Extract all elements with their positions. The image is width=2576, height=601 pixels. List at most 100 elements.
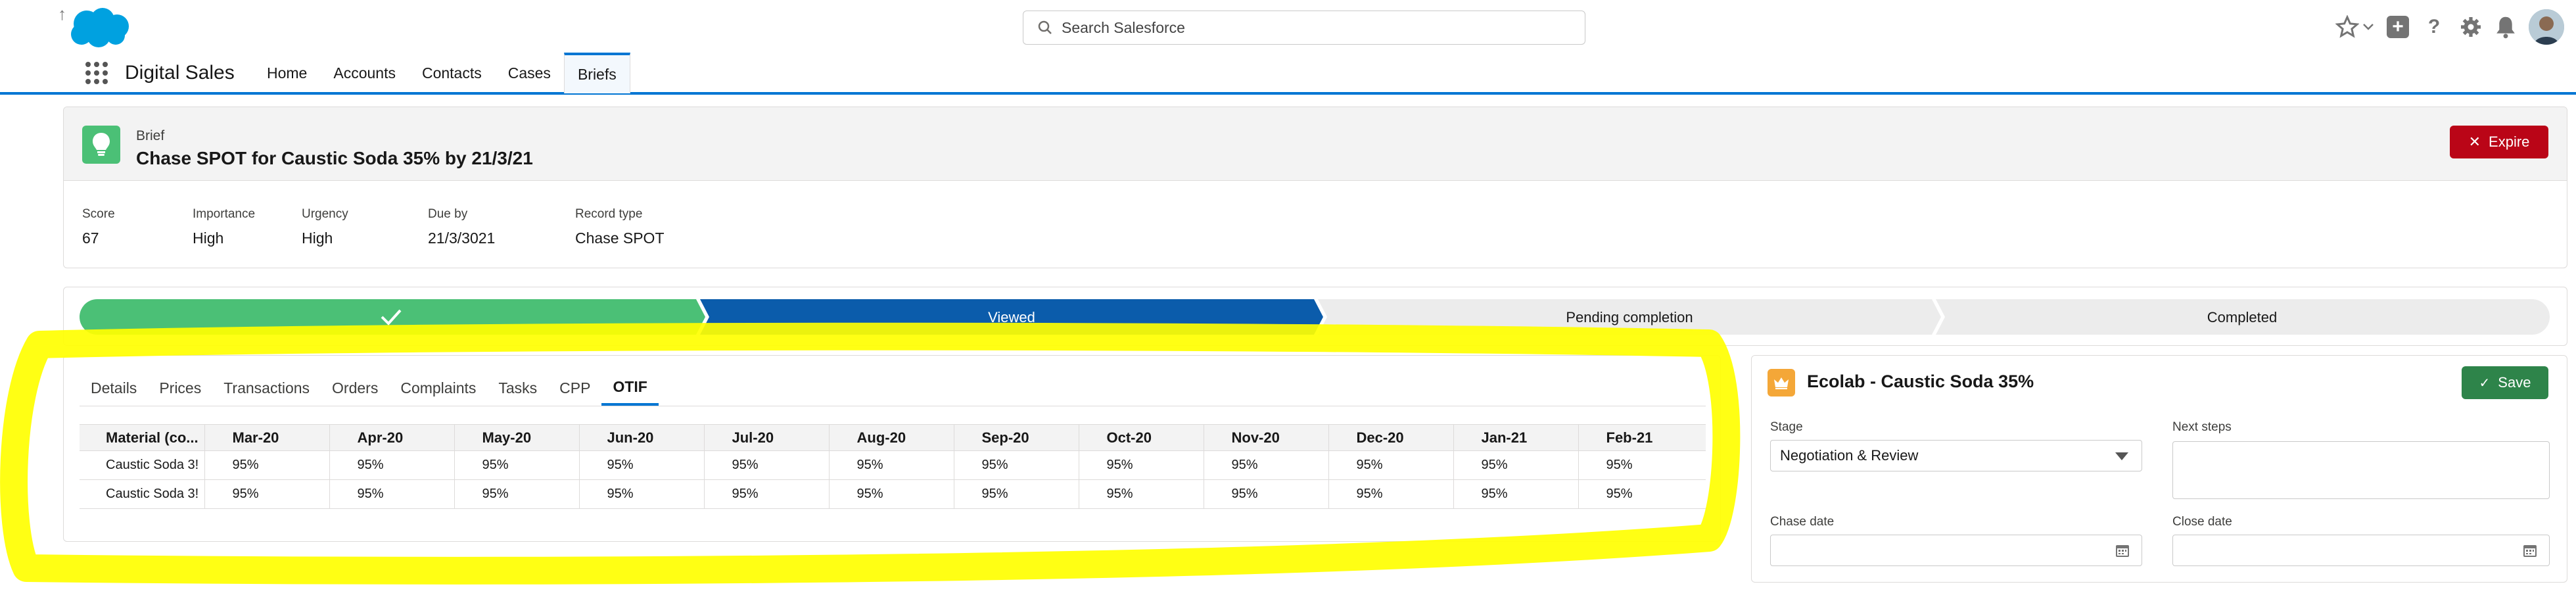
- column-header[interactable]: Aug-20: [829, 424, 954, 451]
- table-cell: 95%: [829, 450, 954, 480]
- next-steps-label: Next steps: [2172, 420, 2232, 434]
- lightbulb-icon: [82, 126, 120, 164]
- path-component: Viewed Pending completion Completed: [63, 287, 2567, 346]
- table-header-row: Material (co... Mar-20 Apr-20 May-20 Jun…: [80, 424, 1706, 451]
- field-label: Due by: [428, 207, 468, 221]
- path-stage-pending-completion[interactable]: Pending completion: [1318, 299, 1941, 335]
- add-icon[interactable]: +: [2387, 16, 2409, 38]
- field-label: Urgency: [302, 207, 348, 221]
- tab-prices[interactable]: Prices: [148, 370, 212, 406]
- path-stages: Viewed Pending completion Completed: [80, 299, 2550, 335]
- chevron-down-icon: [2363, 24, 2374, 30]
- column-header[interactable]: Dec-20: [1328, 424, 1454, 451]
- global-header: ↑ + ?: [0, 0, 2576, 53]
- table-row: Caustic Soda 3! 95% 95% 95% 95% 95% 95% …: [80, 450, 1706, 480]
- record-header: Brief Chase SPOT for Caustic Soda 35% by…: [63, 107, 2567, 268]
- opportunity-card: Ecolab - Caustic Soda 35% ✓ Save Stage N…: [1751, 355, 2567, 583]
- setup-gear-icon[interactable]: [2459, 15, 2483, 39]
- record-title: Chase SPOT for Caustic Soda 35% by 21/3/…: [136, 148, 533, 168]
- table-cell: 95%: [954, 450, 1079, 480]
- nav-item-contacts[interactable]: Contacts: [409, 53, 495, 93]
- user-photo: [2529, 9, 2564, 45]
- calendar-icon[interactable]: [2115, 543, 2130, 558]
- table-cell: 95%: [454, 450, 580, 480]
- tab-otif[interactable]: OTIF: [601, 370, 659, 406]
- nav-item-cases[interactable]: Cases: [495, 53, 564, 93]
- column-header[interactable]: Nov-20: [1204, 424, 1329, 451]
- calendar-icon[interactable]: [2523, 543, 2537, 558]
- table-cell: 95%: [204, 479, 330, 509]
- table-cell: 95%: [704, 450, 830, 480]
- otif-table: Material (co... Mar-20 Apr-20 May-20 Jun…: [80, 424, 1706, 509]
- table-cell: 95%: [829, 479, 954, 509]
- column-header[interactable]: May-20: [454, 424, 580, 451]
- opportunity-title[interactable]: Ecolab - Caustic Soda 35%: [1807, 372, 2034, 392]
- column-header[interactable]: Sep-20: [954, 424, 1079, 451]
- field-label: Importance: [193, 207, 256, 221]
- next-steps-textarea[interactable]: [2172, 441, 2550, 499]
- path-stage-viewed[interactable]: Viewed: [700, 299, 1323, 335]
- nav-item-accounts[interactable]: Accounts: [320, 53, 409, 93]
- column-header[interactable]: Feb-21: [1578, 424, 1706, 451]
- search-input[interactable]: [1062, 18, 1522, 37]
- expire-button[interactable]: ✕ Expire: [2450, 126, 2548, 158]
- table-cell: 95%: [1204, 479, 1329, 509]
- field-value: High: [193, 229, 224, 247]
- user-avatar[interactable]: [2529, 9, 2564, 45]
- chase-date-input[interactable]: [1770, 535, 2142, 566]
- table-cell: 95%: [1578, 479, 1706, 509]
- tab-cpp[interactable]: CPP: [548, 370, 601, 406]
- search-icon: [1038, 20, 1052, 34]
- notification-bell-icon[interactable]: [2494, 15, 2517, 39]
- table-cell-material: Caustic Soda 3!: [80, 479, 205, 509]
- salesforce-cloud-logo[interactable]: [66, 5, 134, 50]
- table-cell: 95%: [1204, 450, 1329, 480]
- field-value: 21/3/3021: [428, 229, 496, 247]
- nav-item-briefs[interactable]: Briefs: [563, 53, 630, 93]
- column-header[interactable]: Jul-20: [704, 424, 830, 451]
- tab-complaints[interactable]: Complaints: [389, 370, 487, 406]
- tabset: Details Prices Transactions Orders Compl…: [80, 370, 659, 406]
- tab-tasks[interactable]: Tasks: [487, 370, 548, 406]
- nav-items: Home Accounts Contacts Cases Briefs: [254, 53, 630, 93]
- column-header[interactable]: Oct-20: [1079, 424, 1204, 451]
- column-header[interactable]: Mar-20: [204, 424, 330, 451]
- global-search[interactable]: [1023, 11, 1585, 45]
- utility-bar: + ?: [2335, 9, 2564, 45]
- table-cell: 95%: [579, 450, 705, 480]
- close-date-input[interactable]: [2172, 535, 2550, 566]
- table-cell: 95%: [454, 479, 580, 509]
- path-stage-label: Pending completion: [1566, 309, 1693, 325]
- close-icon: ✕: [2468, 133, 2481, 150]
- check-icon: ✓: [2479, 375, 2491, 391]
- field-score: Score 67: [82, 207, 193, 247]
- table-cell: 95%: [579, 479, 705, 509]
- column-header[interactable]: Jun-20: [579, 424, 705, 451]
- path-stage-completed[interactable]: Completed: [1936, 299, 2550, 335]
- app-launcher-icon[interactable]: [85, 62, 108, 84]
- star-icon: [2335, 15, 2359, 38]
- favorites-button[interactable]: [2335, 15, 2375, 39]
- nav-item-home[interactable]: Home: [254, 53, 320, 93]
- tab-orders[interactable]: Orders: [321, 370, 389, 406]
- tab-details[interactable]: Details: [80, 370, 148, 406]
- path-stage-label: Completed: [2207, 309, 2277, 325]
- help-icon[interactable]: ?: [2421, 14, 2447, 40]
- path-stage-complete[interactable]: [80, 299, 705, 335]
- save-button[interactable]: ✓ Save: [2462, 366, 2548, 399]
- table-cell: 95%: [954, 479, 1079, 509]
- column-header[interactable]: Jan-21: [1453, 424, 1579, 451]
- tab-transactions[interactable]: Transactions: [212, 370, 321, 406]
- column-header-material[interactable]: Material (co...: [80, 424, 205, 451]
- stage-label: Stage: [1770, 420, 1803, 434]
- column-header[interactable]: Apr-20: [329, 424, 455, 451]
- stage-select[interactable]: Negotiation & Review: [1770, 440, 2142, 471]
- table-cell: 95%: [329, 450, 455, 480]
- save-button-label: Save: [2498, 374, 2531, 391]
- related-tabs-card: Details Prices Transactions Orders Compl…: [63, 355, 1721, 542]
- dropdown-caret-icon: [2115, 452, 2128, 460]
- record-fields: Score 67 Importance High Urgency High Du…: [82, 207, 746, 247]
- table-row: Caustic Soda 3! 95% 95% 95% 95% 95% 95% …: [80, 479, 1706, 509]
- record-object-label: Brief: [136, 128, 165, 143]
- app-navigation: Digital Sales Home Accounts Contacts Cas…: [0, 53, 2576, 95]
